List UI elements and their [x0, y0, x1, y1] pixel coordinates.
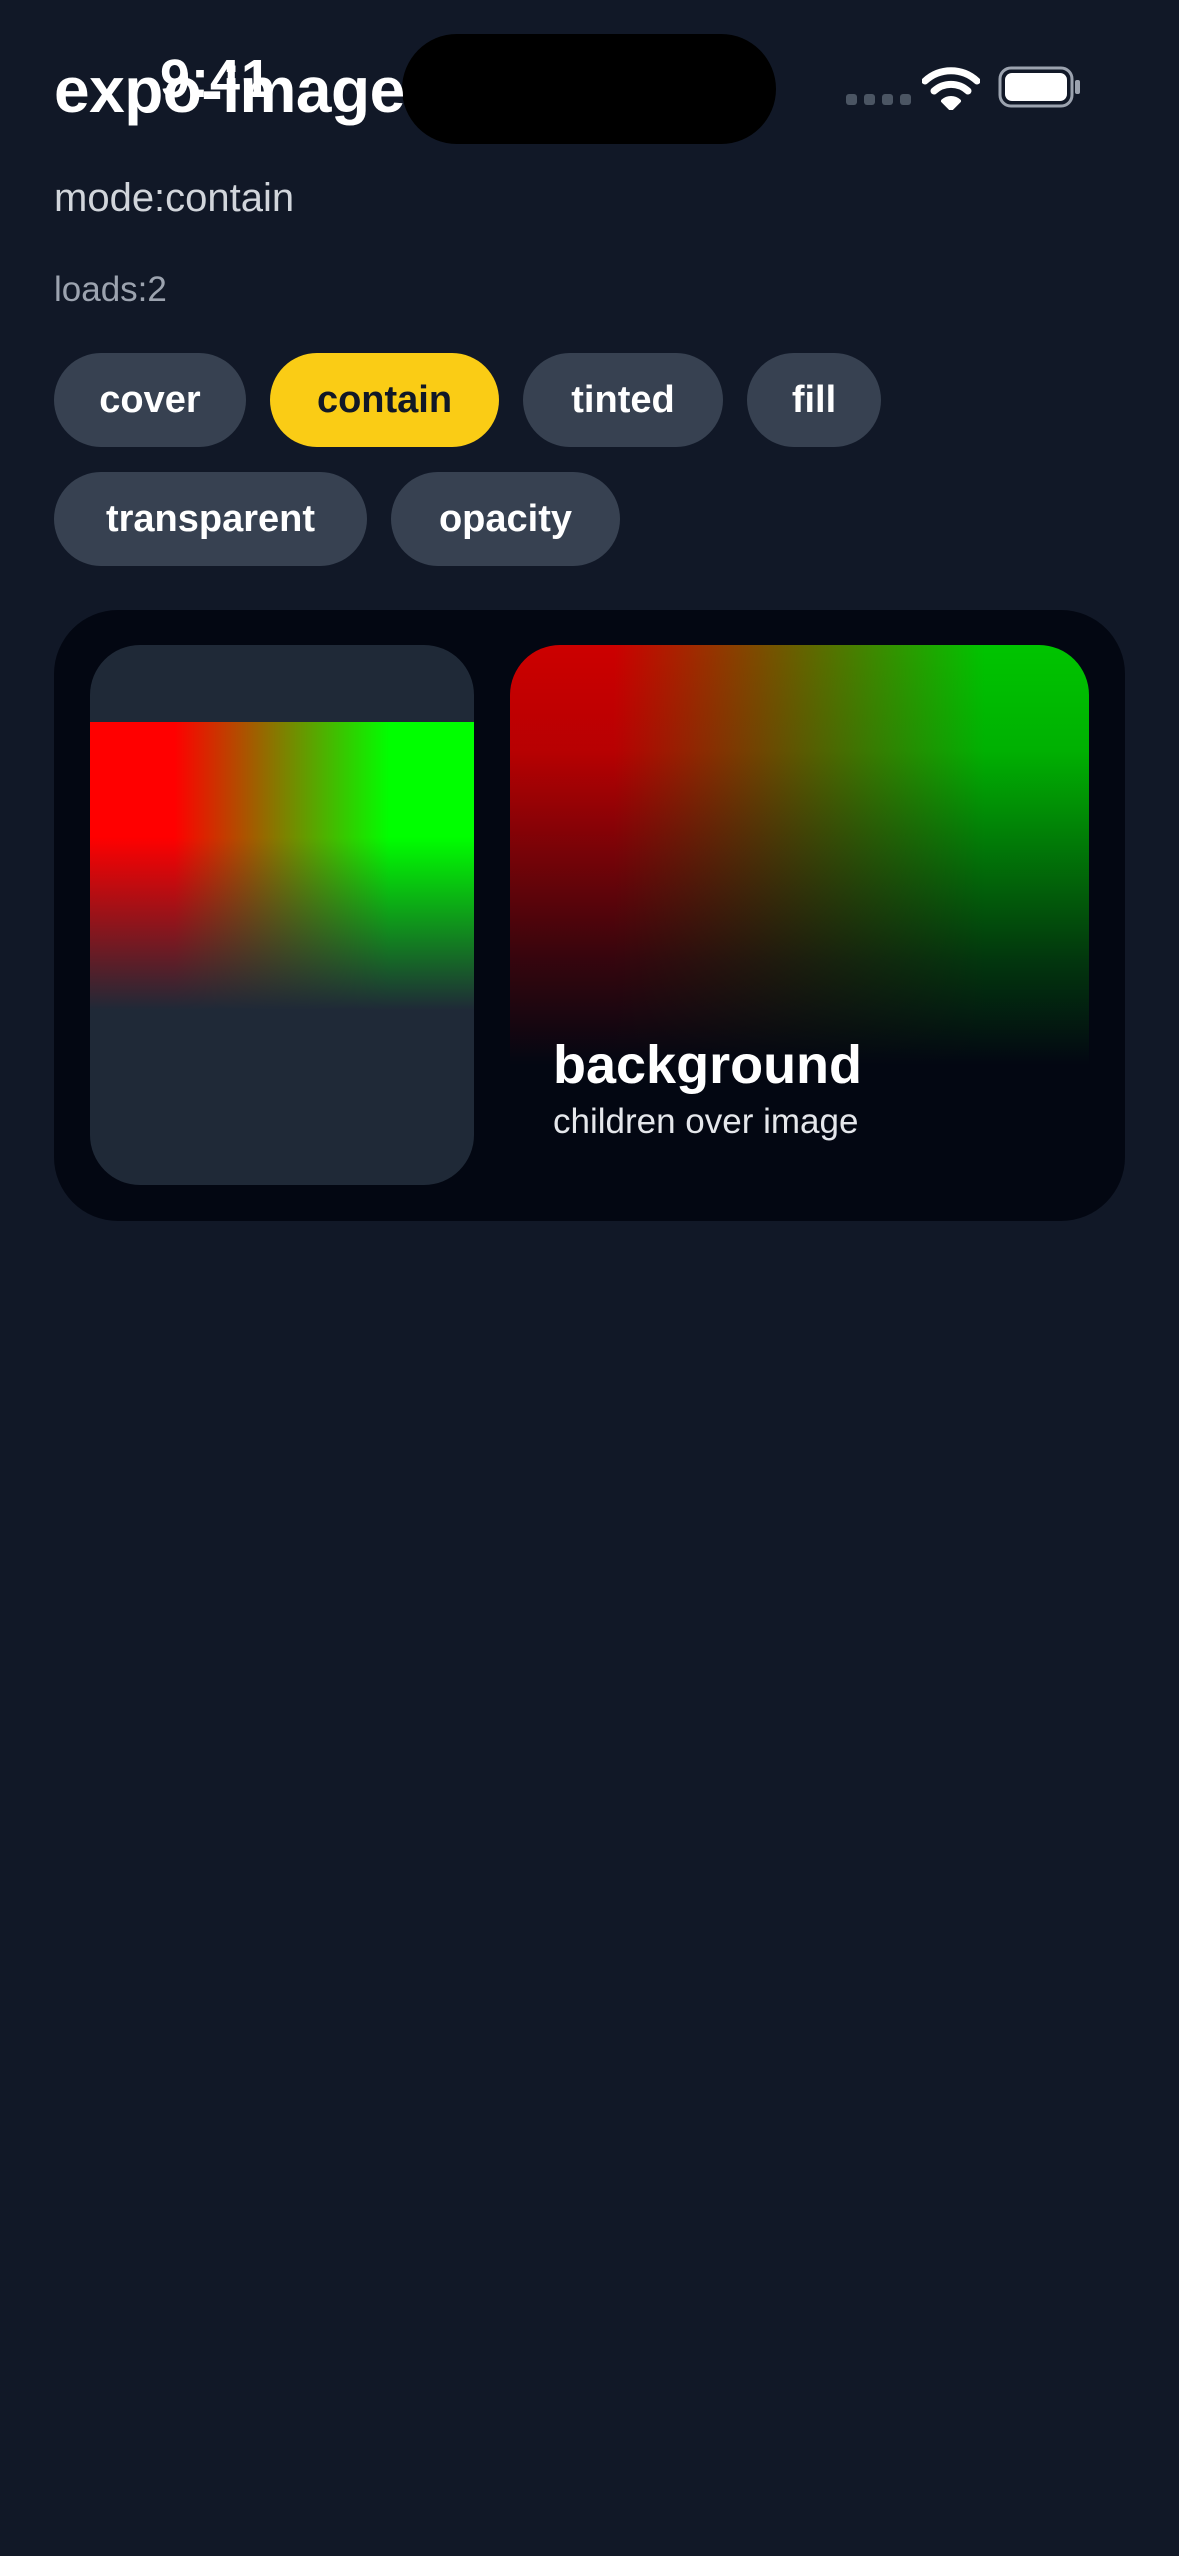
- mode-pill-contain[interactable]: contain: [270, 353, 499, 447]
- dynamic-island: [402, 34, 776, 144]
- mode-pill-opacity[interactable]: opacity: [391, 472, 620, 566]
- mode-label: mode:contain: [54, 176, 295, 220]
- cellular-signal-icon: [846, 94, 911, 105]
- wifi-icon: [922, 67, 980, 110]
- mode-pill-transparent[interactable]: transparent: [54, 472, 367, 566]
- contain-image-frame: [90, 645, 474, 1185]
- background-overlay-title: background: [553, 1035, 863, 1095]
- battery-icon: [998, 66, 1080, 108]
- page-title: expo-image: [54, 54, 405, 126]
- gradient-image: [90, 722, 474, 1010]
- mode-pill-tinted[interactable]: tinted: [523, 353, 723, 447]
- mode-pill-fill[interactable]: fill: [747, 353, 881, 447]
- mode-pill-cover[interactable]: cover: [54, 353, 246, 447]
- background-overlay-subtitle: children over image: [553, 1102, 859, 1141]
- gradient-background-image: [510, 645, 1089, 1065]
- loads-counter: loads:2: [54, 270, 167, 309]
